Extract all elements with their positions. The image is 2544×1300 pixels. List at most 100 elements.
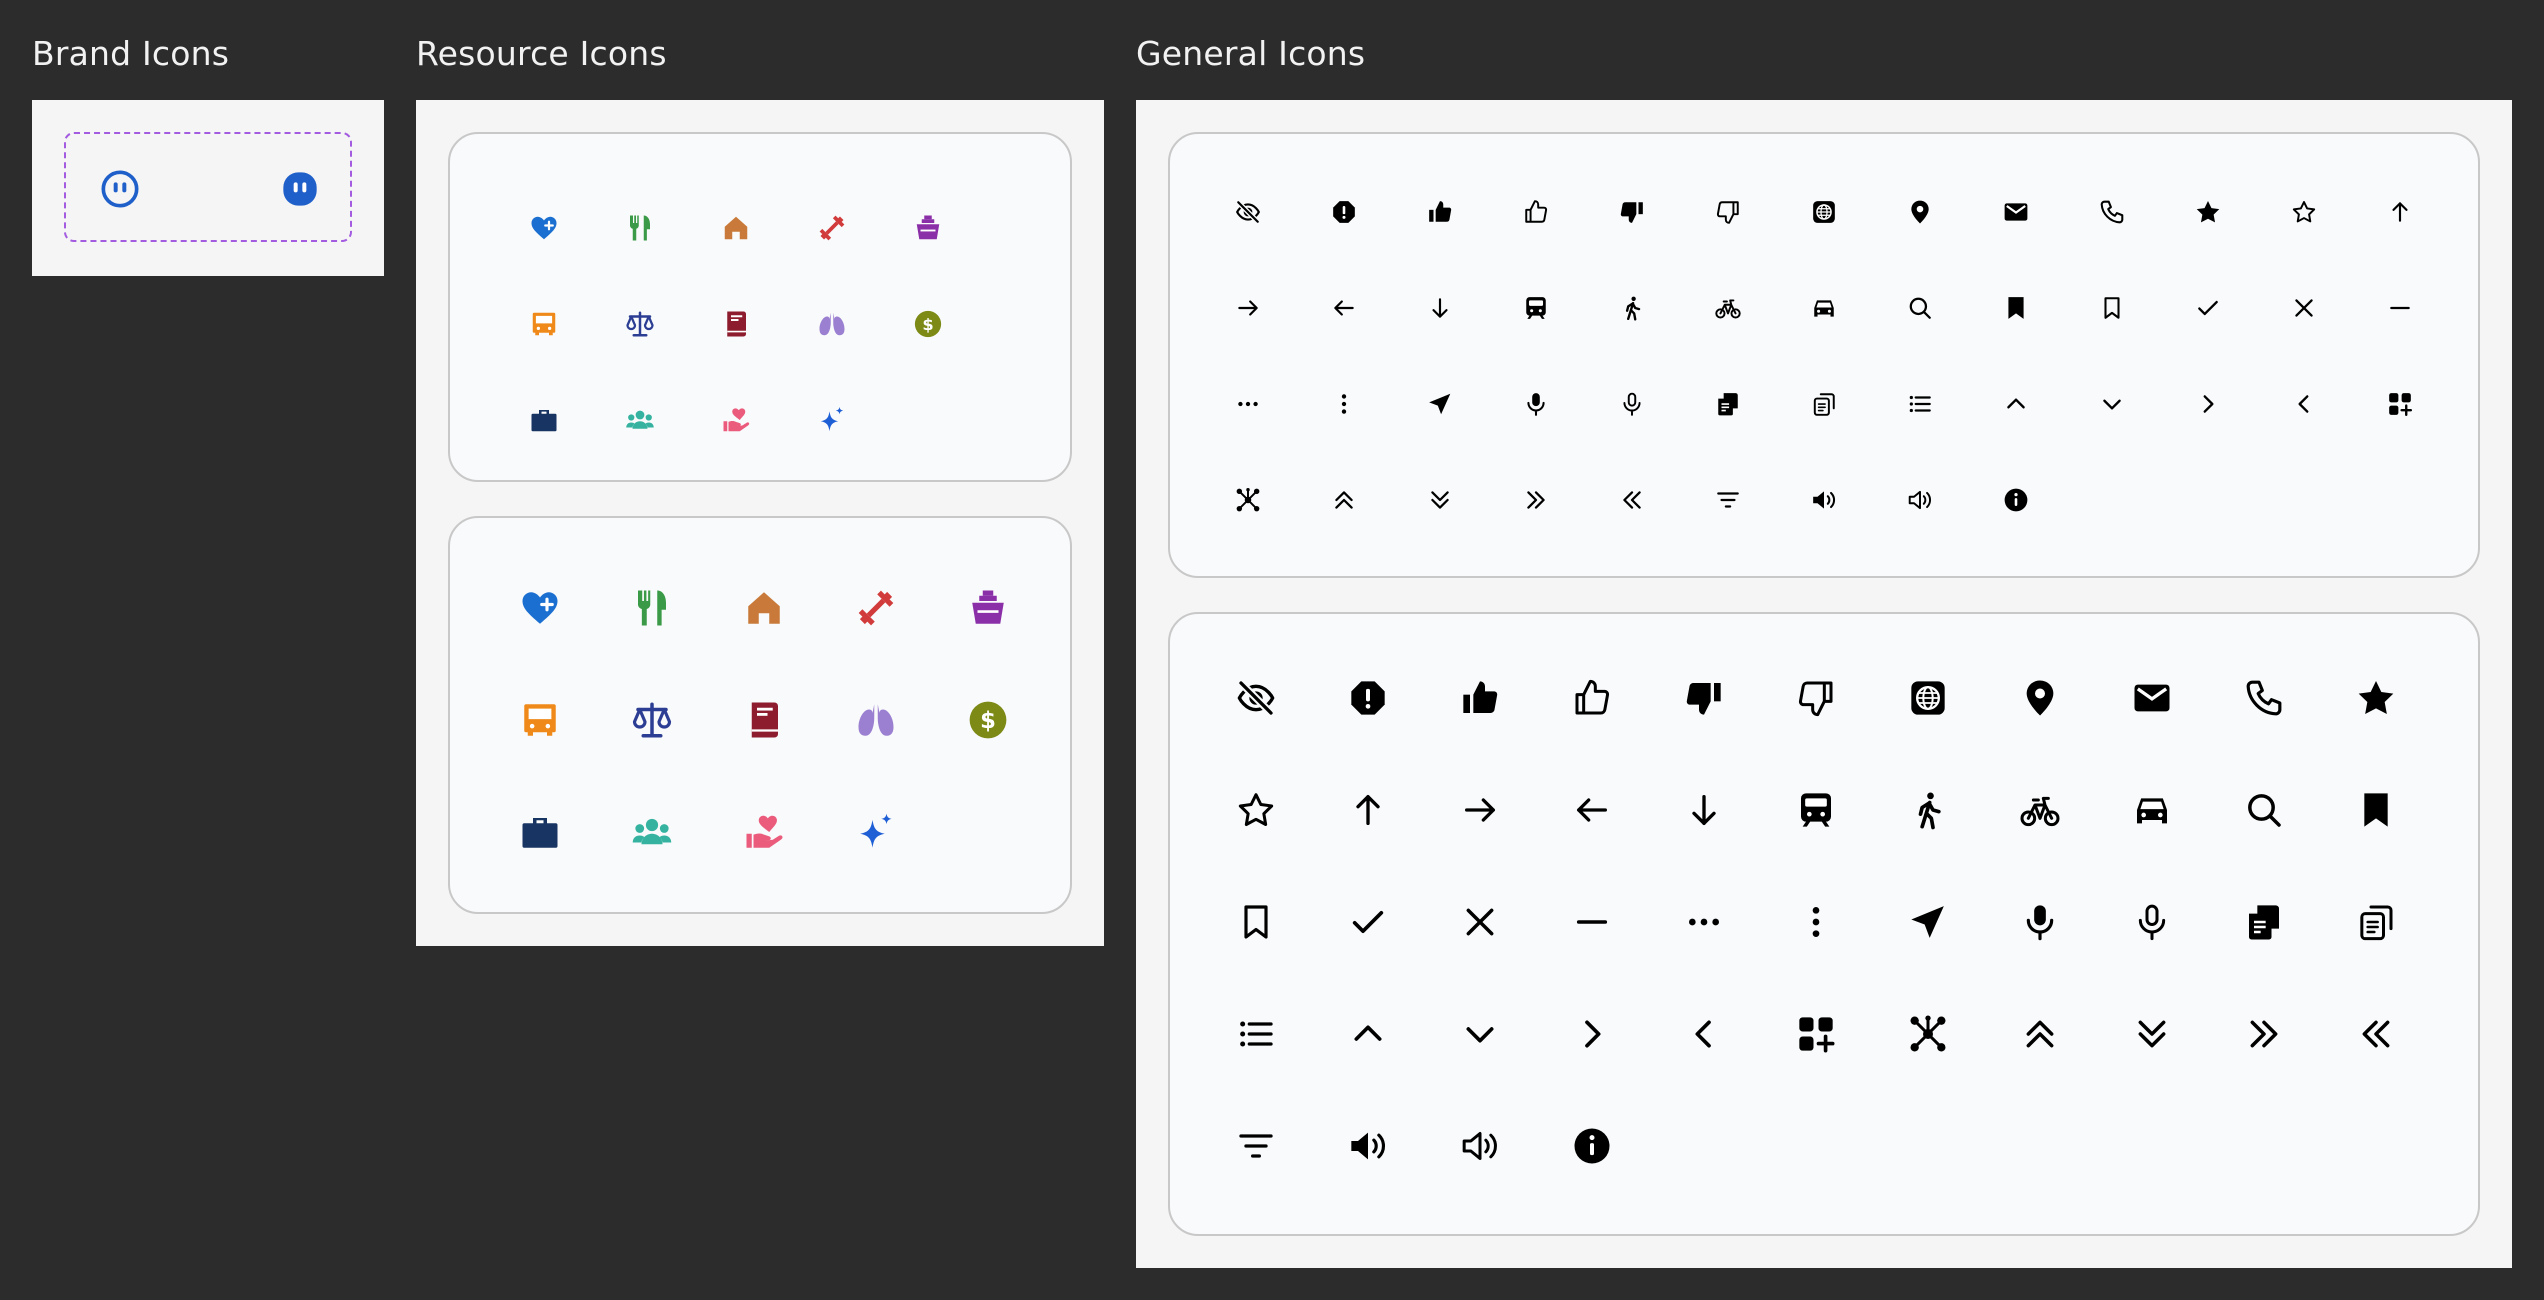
car-icon	[2096, 754, 2208, 866]
car-icon	[1776, 260, 1872, 356]
dumbbell-icon	[820, 552, 932, 664]
send-icon	[1392, 356, 1488, 452]
alert-octagon-icon	[1312, 642, 1424, 754]
dollar-coin-icon: $	[932, 664, 1044, 776]
chevrons-left-icon	[2320, 978, 2432, 1090]
location-pin-icon	[1984, 642, 2096, 754]
close-icon	[2256, 260, 2352, 356]
bookmark-filled-icon	[1968, 260, 2064, 356]
hand-heart-icon	[708, 776, 820, 888]
scale-icon	[596, 664, 708, 776]
check-icon	[1312, 866, 1424, 978]
more-horizontal-icon	[1648, 866, 1760, 978]
heart-plus-icon	[496, 180, 592, 276]
brand-icons-title: Brand Icons	[32, 34, 230, 73]
copy-filled-icon	[2208, 866, 2320, 978]
star-filled-icon	[2160, 164, 2256, 260]
star-filled-icon	[2320, 642, 2432, 754]
bookmark-outline-icon	[2064, 260, 2160, 356]
brand-icons-variant-box	[64, 132, 352, 242]
chevron-up-icon	[1312, 978, 1424, 1090]
brand-icons-frame	[32, 100, 384, 276]
filter-icon	[1200, 1090, 1312, 1202]
volume-filled-icon	[1312, 1090, 1424, 1202]
gift-basket-icon	[932, 552, 1044, 664]
more-vertical-icon	[1296, 356, 1392, 452]
microphone-filled-icon	[1984, 866, 2096, 978]
volume-outline-icon	[1424, 1090, 1536, 1202]
thumb-up-outline-icon	[1536, 642, 1648, 754]
eye-off-icon	[1200, 642, 1312, 754]
sparkle-icon	[820, 776, 932, 888]
resource-icons-small-grid: $	[496, 180, 976, 468]
general-icons-large-card	[1168, 612, 2480, 1236]
resource-icons-large-card: $	[448, 516, 1072, 914]
network-icon	[1200, 452, 1296, 548]
chevrons-up-icon	[1296, 452, 1392, 548]
star-outline-icon	[2256, 164, 2352, 260]
svg-text:$: $	[980, 708, 996, 734]
general-icons-title: General Icons	[1136, 34, 1366, 73]
home-icon	[688, 180, 784, 276]
briefcase-icon	[496, 372, 592, 468]
list-icon	[1200, 978, 1312, 1090]
thumb-down-outline-icon	[1680, 164, 1776, 260]
mail-icon	[1968, 164, 2064, 260]
dollar-coin-icon: $	[880, 276, 976, 372]
phone-icon	[2064, 164, 2160, 260]
train-icon	[1760, 754, 1872, 866]
sparkle-icon	[784, 372, 880, 468]
resource-icons-title: Resource Icons	[416, 34, 667, 73]
thumb-down-filled-icon	[1584, 164, 1680, 260]
walking-icon	[1872, 754, 1984, 866]
chevrons-down-icon	[2096, 978, 2208, 1090]
train-icon	[1488, 260, 1584, 356]
lungs-icon	[820, 664, 932, 776]
fork-knife-icon	[592, 180, 688, 276]
scale-icon	[592, 276, 688, 372]
phone-icon	[2208, 642, 2320, 754]
volume-outline-icon	[1872, 452, 1968, 548]
globe-icon	[1776, 164, 1872, 260]
brand-filled-icon	[280, 169, 320, 214]
chevron-down-icon	[2064, 356, 2160, 452]
general-icons-small-grid	[1200, 164, 2448, 548]
chevron-right-icon	[2160, 356, 2256, 452]
dumbbell-icon	[784, 180, 880, 276]
globe-icon	[1872, 642, 1984, 754]
eye-off-icon	[1200, 164, 1296, 260]
resource-icons-small-card: $	[448, 132, 1072, 482]
book-icon	[688, 276, 784, 372]
arrow-up-icon	[2352, 164, 2448, 260]
arrow-left-icon	[1296, 260, 1392, 356]
arrow-left-icon	[1536, 754, 1648, 866]
bus-icon	[496, 276, 592, 372]
thumb-up-outline-icon	[1488, 164, 1584, 260]
info-icon	[1968, 452, 2064, 548]
chevron-up-icon	[1968, 356, 2064, 452]
send-icon	[1872, 866, 1984, 978]
close-icon	[1424, 866, 1536, 978]
search-icon	[2208, 754, 2320, 866]
chevron-left-icon	[1648, 978, 1760, 1090]
arrow-right-icon	[1424, 754, 1536, 866]
check-icon	[2160, 260, 2256, 356]
chevron-left-icon	[2256, 356, 2352, 452]
network-icon	[1872, 978, 1984, 1090]
apps-add-icon	[2352, 356, 2448, 452]
lungs-icon	[784, 276, 880, 372]
chevrons-right-icon	[1488, 452, 1584, 548]
arrow-up-icon	[1312, 754, 1424, 866]
minus-icon	[1536, 866, 1648, 978]
info-icon	[1536, 1090, 1648, 1202]
copy-filled-icon	[1680, 356, 1776, 452]
bicycle-icon	[1680, 260, 1776, 356]
general-icons-small-card	[1168, 132, 2480, 578]
people-group-icon	[592, 372, 688, 468]
hand-heart-icon	[688, 372, 784, 468]
home-icon	[708, 552, 820, 664]
people-group-icon	[596, 776, 708, 888]
more-vertical-icon	[1760, 866, 1872, 978]
alert-octagon-icon	[1296, 164, 1392, 260]
briefcase-icon	[484, 776, 596, 888]
